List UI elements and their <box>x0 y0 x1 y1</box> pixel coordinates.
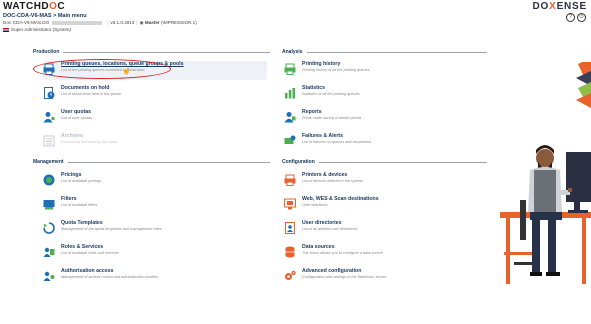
menu-pricings[interactable]: Pricings List of available pricings <box>43 172 267 191</box>
item-subtitle: List of available roles and services <box>61 250 119 255</box>
office-worker-illustration <box>500 58 591 292</box>
doxense-logo: DOXENSE <box>532 1 587 12</box>
menu-archives[interactable]: Archives Documents archived by the users <box>43 133 267 152</box>
item-subtitle: Management of the quota templates and ma… <box>61 226 162 231</box>
authorisation-icon <box>43 269 55 281</box>
item-subtitle: List of available filters <box>61 202 98 207</box>
breadcrumb[interactable]: DOC-CDA-V6-MAS > Main menu <box>3 13 87 19</box>
menu-data-sources[interactable]: Data sources The forms allows you to conf… <box>284 244 484 263</box>
server-info: Doc-CDA-V6-MAS.DO | v6.1.0.4913 | ◉ Master (… <box>3 20 197 25</box>
item-subtitle: Documents archived by the users <box>61 139 118 144</box>
menu-printing-history[interactable]: Printing history Printing history of all … <box>284 61 484 80</box>
section-analysis: Analysis <box>282 49 487 55</box>
user-quota-icon <box>43 110 55 123</box>
item-subtitle: List of available pricings <box>61 178 102 183</box>
section-production: Production <box>33 49 270 55</box>
menu-statistics[interactable]: Statistics Statistics of all the printing… <box>284 85 484 104</box>
item-subtitle: List of failures on queues and documents <box>302 139 372 144</box>
database-icon <box>284 245 296 258</box>
item-subtitle: User interfaces <box>302 202 328 207</box>
section-configuration: Configuration <box>282 159 487 165</box>
item-subtitle: The forms allows you to configure a data… <box>302 250 383 255</box>
watchdoc-logo: WATCHDOC <box>3 1 66 12</box>
menu-user-directories[interactable]: User directories List of all defined user… <box>284 220 484 239</box>
gear-icon <box>284 269 296 281</box>
user-info: Super Administrator (System) <box>3 27 71 32</box>
quota-template-icon <box>43 221 55 234</box>
section-management: Management <box>33 159 270 165</box>
item-subtitle: Statistics of all the printing queues <box>302 91 360 96</box>
alert-icon <box>284 134 296 146</box>
menu-failures-alerts[interactable]: Failures & Alerts List of failures on que… <box>284 133 484 152</box>
screen-icon <box>284 197 296 210</box>
item-subtitle: Prints made during a certain period <box>302 115 362 120</box>
hand-cursor-icon: ☝ <box>122 68 131 75</box>
roles-icon <box>43 245 55 257</box>
uk-flag-icon[interactable] <box>3 27 9 32</box>
item-subtitle: Management of access control and adminis… <box>61 274 159 279</box>
item-subtitle: List of all defined user directories <box>302 226 358 231</box>
directory-icon <box>284 221 296 234</box>
menu-documents-on-hold[interactable]: Documents on hold List of documents held … <box>43 85 267 104</box>
menu-roles-services[interactable]: Roles & Services List of available roles … <box>43 244 267 263</box>
archive-icon <box>43 134 55 147</box>
item-subtitle: Printing history of all the printing que… <box>302 67 370 72</box>
statistics-icon <box>284 86 296 99</box>
help-icon[interactable]: ? <box>566 13 575 22</box>
printer-device-icon <box>284 173 296 186</box>
item-subtitle: List of documents held in the queue <box>61 91 121 96</box>
menu-advanced-configuration[interactable]: Advanced configuration Configuration and … <box>284 268 484 287</box>
item-subtitle: List of devices defined in the system <box>302 178 363 183</box>
printer-history-icon <box>284 62 296 75</box>
menu-printers-devices[interactable]: Printers & devices List of devices define… <box>284 172 484 191</box>
highlight-annotation <box>33 59 171 79</box>
report-icon <box>284 110 296 123</box>
menu-user-quotas[interactable]: User quotas List of user quotas <box>43 109 267 128</box>
filter-icon <box>43 197 55 210</box>
pricing-icon <box>43 173 55 186</box>
master-icon: ◉ <box>139 20 144 25</box>
logout-icon[interactable]: ⏻ <box>577 13 586 22</box>
menu-web-wes-scan[interactable]: Web, WES & Scan destinations User interfa… <box>284 196 484 215</box>
menu-authorisation-access[interactable]: Authorisation access Management of access… <box>43 268 267 287</box>
menu-filters[interactable]: Filters List of available filters <box>43 196 267 215</box>
item-subtitle: List of user quotas <box>61 115 93 120</box>
document-hold-icon <box>43 86 55 99</box>
item-subtitle: Configuration and settings of the Watchd… <box>302 274 387 279</box>
menu-quota-templates[interactable]: Quota Templates Management of the quota t… <box>43 220 267 239</box>
menu-reports[interactable]: Reports Prints made during a certain peri… <box>284 109 484 128</box>
